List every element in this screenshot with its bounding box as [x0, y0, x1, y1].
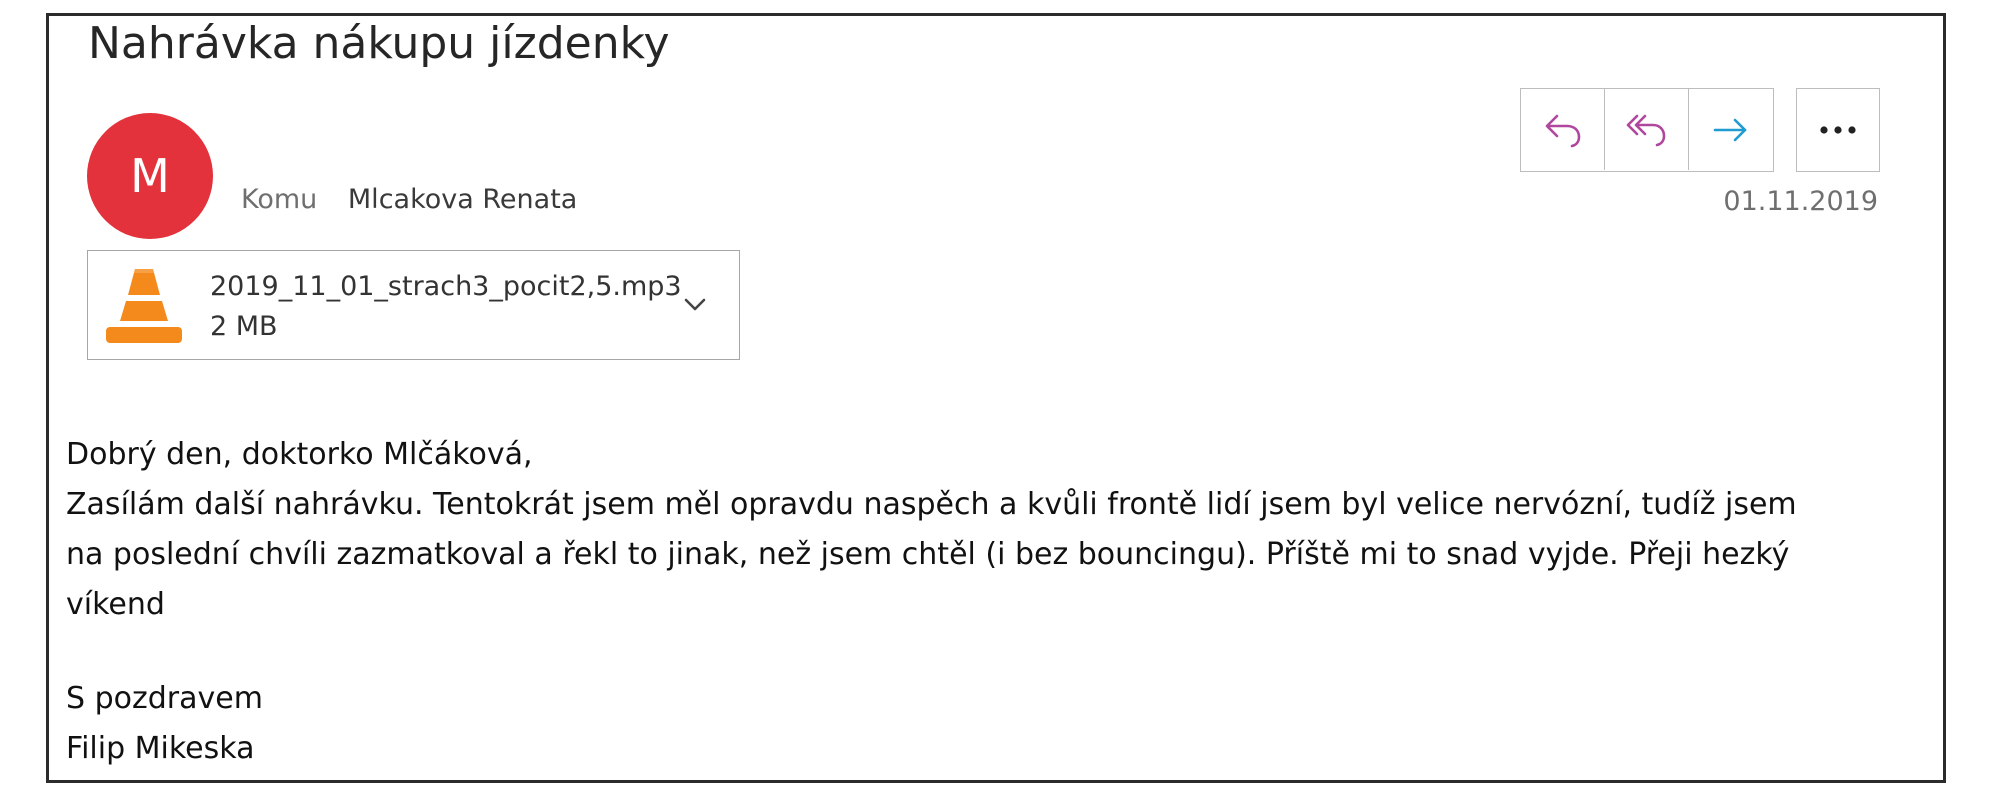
attachment-file-name: 2019_11_01_strach3_pocit2,5.mp3 — [210, 271, 682, 302]
attachment-file-size: 2 MB — [210, 311, 278, 342]
recipient-line: Komu Mlcakova Renata — [241, 184, 577, 215]
body-line: víkend — [66, 587, 165, 622]
attachment-card[interactable]: 2019_11_01_strach3_pocit2,5.mp3 2 MB — [87, 250, 740, 360]
sent-date: 01.11.2019 — [1723, 186, 1878, 217]
reply-button[interactable] — [1521, 89, 1605, 170]
chevron-down-icon[interactable] — [680, 289, 710, 319]
body-greeting: Dobrý den, doktorko Mlčáková, — [66, 437, 533, 472]
more-icon — [1820, 126, 1856, 134]
to-label: Komu — [241, 184, 318, 215]
body-signature: Filip Mikeska — [66, 731, 255, 766]
email-subject: Nahrávka nákupu jízdenky — [88, 18, 670, 69]
forward-button[interactable] — [1689, 89, 1773, 170]
sender-avatar[interactable]: M — [87, 113, 213, 239]
recipient-name[interactable]: Mlcakova Renata — [348, 184, 577, 215]
reply-all-button[interactable] — [1605, 89, 1689, 170]
forward-icon — [1713, 118, 1747, 141]
body-line: na poslední chvíli zazmatkoval a řekl to… — [66, 537, 1790, 572]
body-closing: S pozdravem — [66, 681, 263, 716]
reply-icon — [1545, 114, 1580, 147]
more-actions-button[interactable] — [1796, 88, 1880, 172]
avatar-letter: M — [130, 149, 170, 203]
reply-all-icon — [1626, 114, 1665, 146]
message-actions — [1520, 88, 1774, 172]
vlc-cone-icon — [106, 269, 182, 343]
body-line: Zasílám další nahrávku. Tentokrát jsem m… — [66, 487, 1797, 522]
email-body: Dobrý den, doktorko Mlčáková, Zasílám da… — [66, 430, 1906, 774]
